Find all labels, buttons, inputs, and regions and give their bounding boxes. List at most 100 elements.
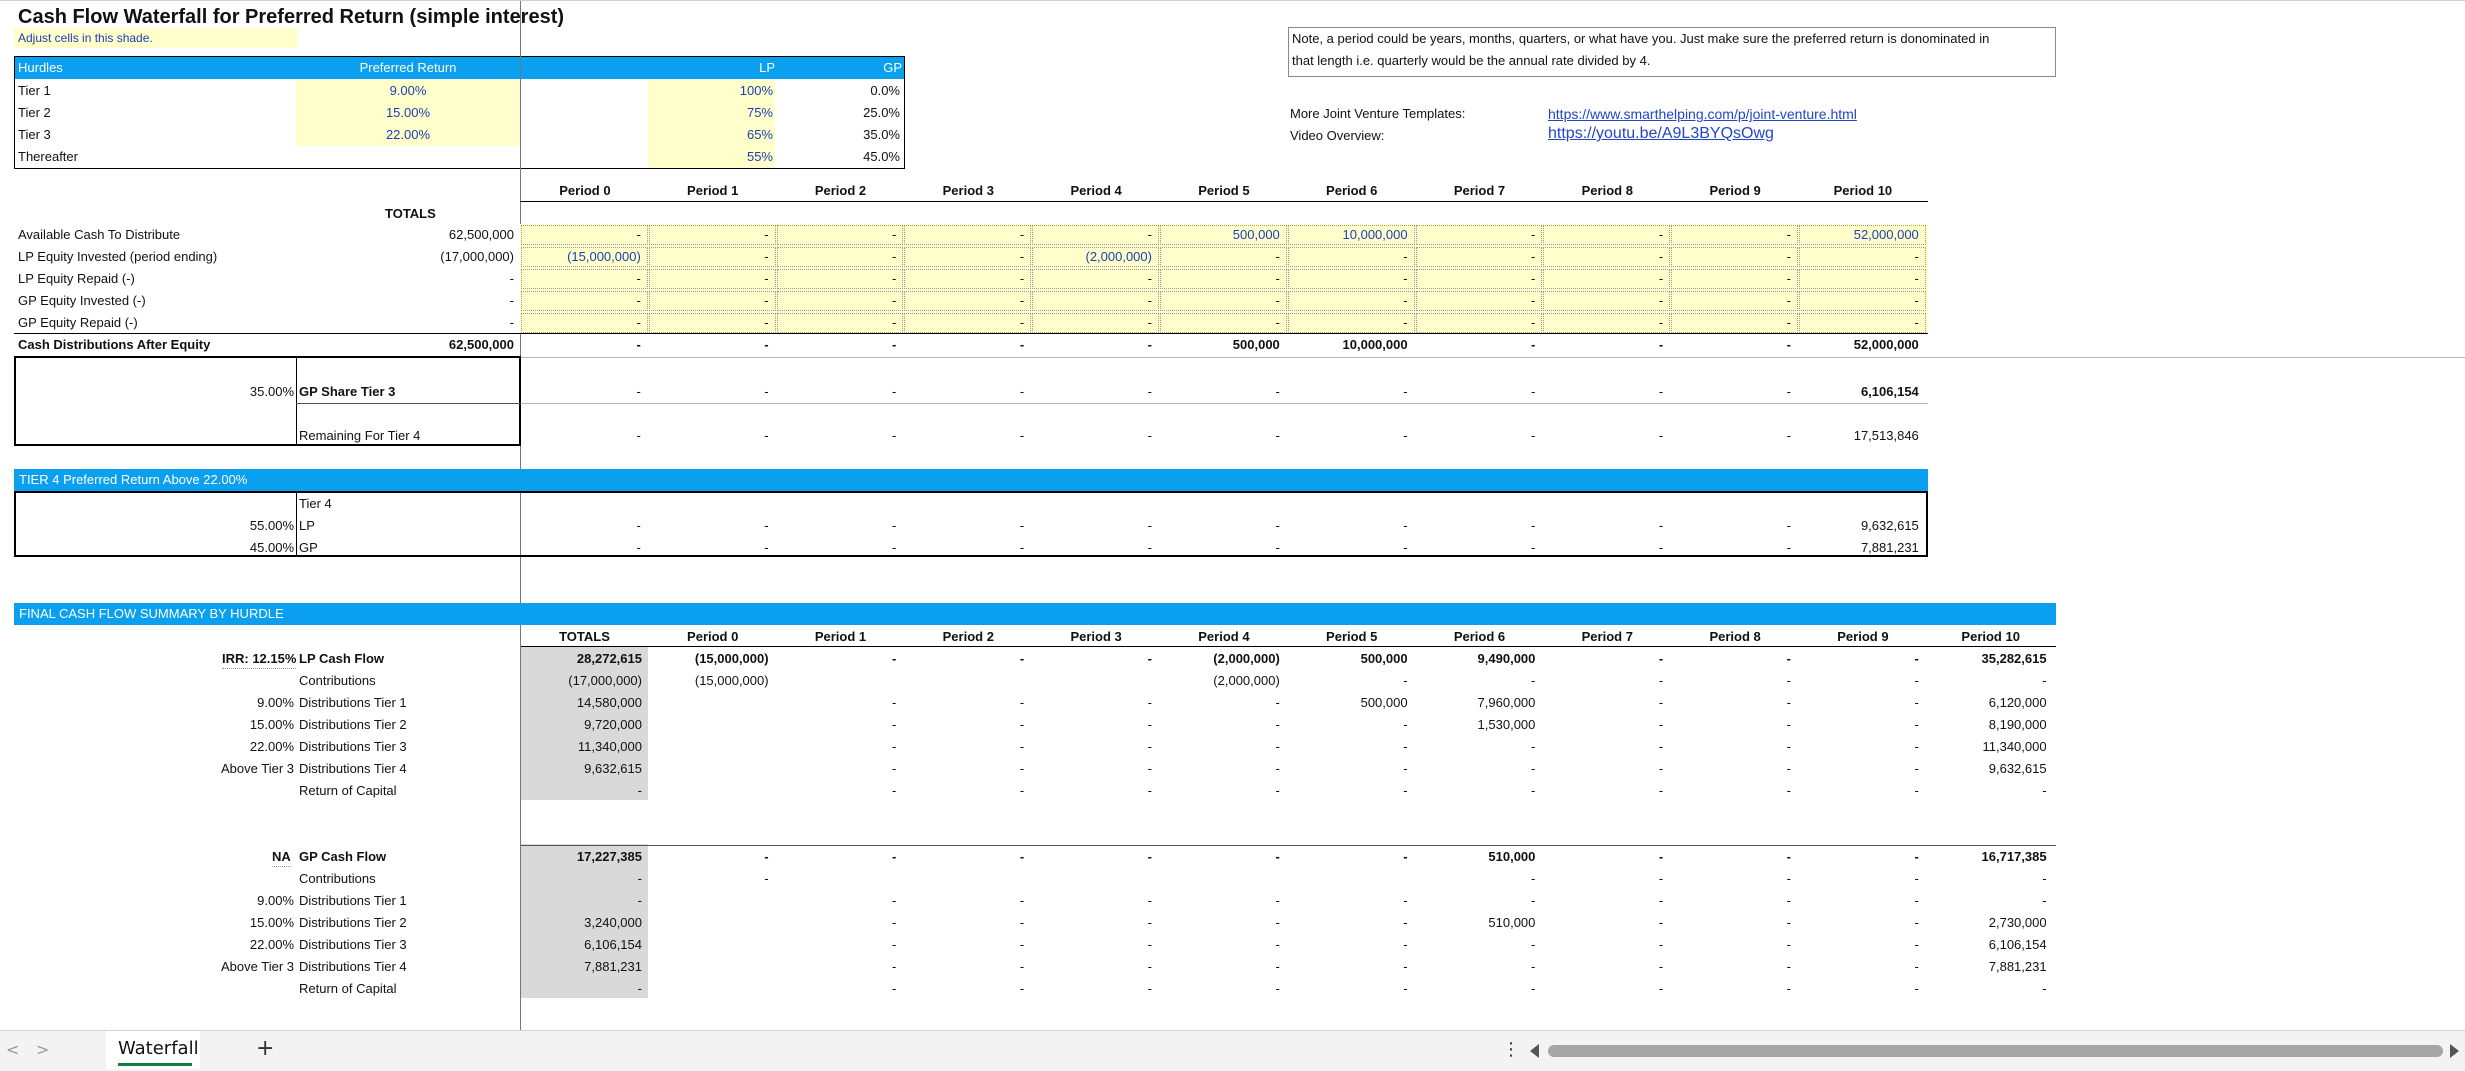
tier3-rem-cell: - [1786,428,1791,443]
more-options-button[interactable]: ⋮ [1502,1039,1520,1060]
lp-cell: - [1914,695,1919,710]
lp-cell: - [1531,739,1536,754]
gp-cell: - [1914,915,1919,930]
lp-cell: - [1786,695,1791,710]
prev-sheet-button[interactable]: < [6,1040,19,1059]
lp-cell: - [2042,783,2047,798]
gp-cell: - [1786,915,1791,930]
lp-cell: - [1786,651,1791,666]
input-cell-border [776,247,904,267]
cash-row-label: GP Equity Repaid (-) [18,315,138,330]
tier4-lp-cell: - [1658,518,1664,533]
lp-row-total: 9,720,000 [584,717,642,732]
input-cell-border [776,225,904,245]
input-cell-border [1543,225,1671,245]
gp-cell: - [1275,959,1280,974]
lp-cell: - [1914,651,1919,666]
tier4-bar-label: TIER 4 Preferred Return Above 22.00% [19,472,248,487]
video-link[interactable]: https://youtu.be/A9L3BYQsOwg [1548,125,1774,143]
sheet-tab-waterfall[interactable]: Waterfall [106,1031,200,1069]
horizontal-scrollbar-thumb[interactable] [1548,1045,2443,1057]
input-cell-border [1032,291,1159,311]
cash-cell: - [636,337,641,352]
gp-cell: - [892,915,897,930]
scroll-right-arrow-icon[interactable] [2450,1044,2459,1058]
gp-cell: - [1786,893,1791,908]
lp-row-total: 28,272,615 [576,651,642,666]
input-cell-border [1160,313,1287,333]
tier4-gp-cell: - [764,540,769,555]
gp-row-total: - [637,981,642,996]
cash-cell: - [892,337,897,352]
input-cell-border [1543,291,1671,311]
next-sheet-button[interactable]: > [36,1040,49,1059]
lp-cell: (15,000,000) [694,651,769,666]
tier4-gp-cell: - [1147,540,1152,555]
input-cell-border [1671,225,1798,245]
input-cell-border [1799,313,1926,333]
cash-cell: - [1019,337,1025,352]
spreadsheet-grid[interactable]: Cash Flow Waterfall for Preferred Return… [0,0,2465,1030]
scroll-left-arrow-icon[interactable] [1530,1044,1539,1058]
cash-row-total: - [509,293,514,308]
tier3-mid-grid [521,403,1928,404]
cash-row-total: (17,000,000) [440,249,514,264]
gp-cell: - [1403,893,1408,908]
gp-cell: - [1786,981,1791,996]
gp-cell: - [1275,915,1280,930]
gp-row-label: Return of Capital [299,981,397,996]
tier3-rem-cell: - [1275,428,1280,443]
lp-cell: - [1658,783,1664,798]
lp-cell: 1,530,000 [1477,717,1536,732]
input-cell-border [521,313,648,333]
tier3-rem-cell: - [1531,428,1536,443]
input-cell-border [1160,247,1287,267]
tier4-gp-cell: 7,881,231 [1860,540,1919,555]
gp-hurdle-rate: 15.00% [249,915,294,930]
gp-cell: 6,106,154 [1988,937,2047,952]
tier4-lp-cell: - [636,518,641,533]
gp-cell: - [1147,959,1152,974]
cash-row-total: 62,500,000 [448,227,514,242]
tier3-box-mid-line [296,403,521,404]
gp-hurdle-rate: Above Tier 3 [221,959,294,974]
period-header: Period 4 [1070,183,1122,198]
input-cell-border [1543,269,1671,289]
lp-row-label: Distributions Tier 2 [299,717,407,732]
gp-cell: - [1531,893,1536,908]
input-cell-border [1415,225,1543,245]
summary-period-header: Period 1 [814,629,867,644]
input-cell-border [1160,269,1287,289]
lp-cell: - [892,695,897,710]
lp-hurdle-rate: 9.00% [257,695,294,710]
active-tab-indicator [118,1063,192,1066]
input-cell-border [1287,313,1415,333]
input-cell-border [1287,225,1415,245]
input-cell-border [1287,269,1415,289]
tier4-lp-cell: - [1531,518,1536,533]
tier4-gp-cell: - [636,540,641,555]
gp-row-label: GP Cash Flow [299,849,387,864]
lp-cell: - [892,739,897,754]
gp-cell: - [2042,893,2047,908]
input-cell-border [1543,247,1671,267]
tier4-gp-cell: - [1275,540,1280,555]
input-cell-border [648,225,776,245]
summary-period-header: Period 9 [1837,629,1889,644]
add-sheet-button[interactable]: + [256,1036,274,1061]
hurdles-table-border [14,56,905,169]
cash-row-total: 62,500,000 [448,337,514,352]
input-cell-border [1671,269,1798,289]
period-header: Period 10 [1833,183,1893,198]
gp-cell: - [892,893,897,908]
lp-cell: - [1275,695,1280,710]
tier3-gp-cell: - [1275,384,1280,399]
gp-cell: - [892,959,897,974]
templates-link[interactable]: https://www.smarthelping.com/p/joint-ven… [1548,105,1857,123]
lp-cell: - [1275,717,1280,732]
tier4-lp-cell: 9,632,615 [1860,518,1919,533]
gp-cell: - [1403,915,1408,930]
lp-cell: - [1019,695,1025,710]
gp-cell: - [764,871,769,886]
lp-hurdle-rate: 15.00% [249,717,294,732]
